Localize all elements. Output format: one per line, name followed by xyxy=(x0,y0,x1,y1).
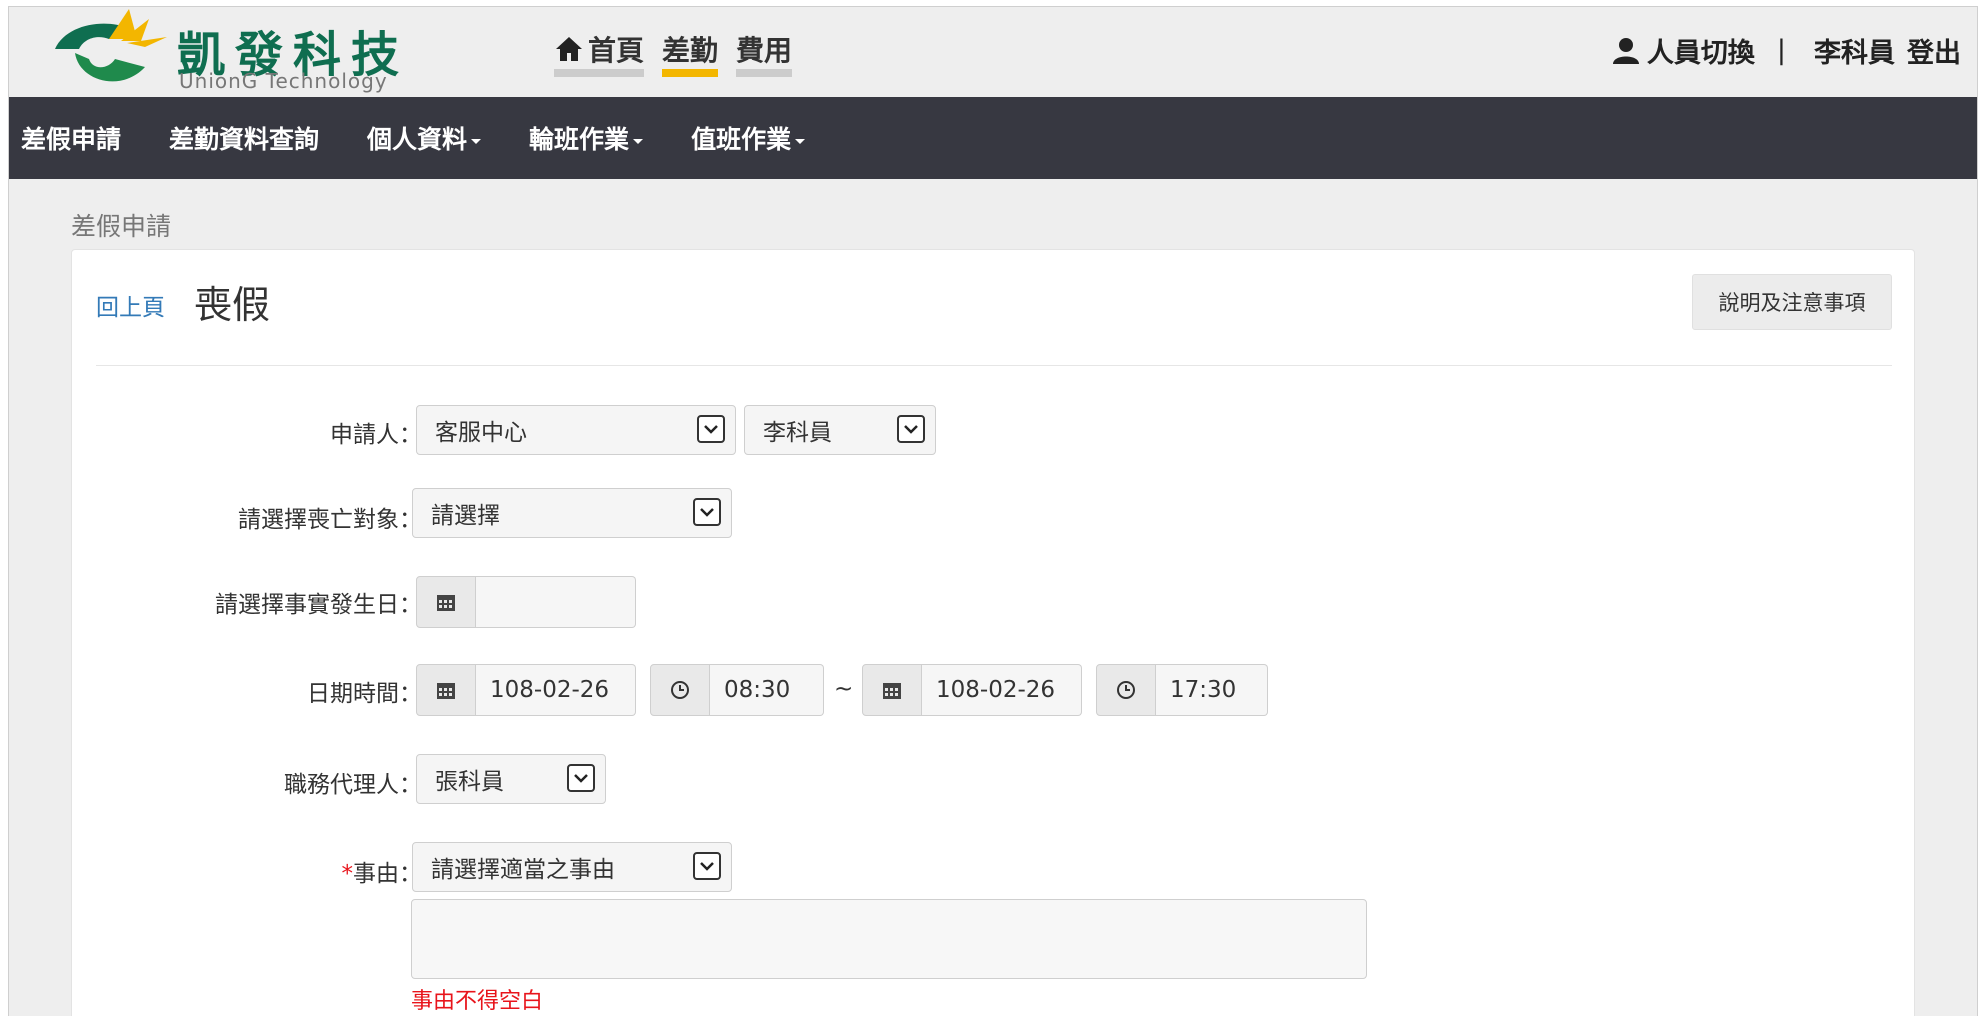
datetime-label: 日期時間： xyxy=(307,681,422,707)
event-date-label: 請選擇事實發生日： xyxy=(215,592,422,618)
chevron-down-icon xyxy=(567,764,595,792)
user-area: 人員切換 | 李科員 登出 xyxy=(1611,31,1961,70)
reason-value: 請選擇適當之事由 xyxy=(431,857,615,883)
nav-personal-data-label: 個人資料 xyxy=(367,125,468,154)
deceased-value: 請選擇 xyxy=(431,503,500,529)
logo-icon xyxy=(55,9,167,82)
deceased-label: 請選擇喪亡對象： xyxy=(238,507,422,533)
topnav-home[interactable]: 首頁 xyxy=(554,29,645,77)
page-title: 喪假 xyxy=(194,283,271,327)
end-date-input[interactable]: 108-02-26 xyxy=(922,664,1082,716)
agent-select[interactable]: 張科員 xyxy=(416,754,606,804)
clock-icon xyxy=(671,681,689,699)
end-date-calendar-button[interactable] xyxy=(862,664,922,716)
calendar-icon xyxy=(437,595,455,611)
reason-label: *事由： xyxy=(122,854,423,888)
nav-personal-data[interactable]: 個人資料 xyxy=(367,120,482,156)
required-mark: * xyxy=(341,861,354,887)
app-window: 凱發科技 UnionG Technology 首頁 差勤 費用 人員切換 | 李… xyxy=(8,6,1978,1016)
department-value: 客服中心 xyxy=(435,420,527,446)
user-separator: | xyxy=(1776,35,1786,66)
start-time-input[interactable]: 08:30 xyxy=(710,664,824,716)
start-date-input[interactable]: 108-02-26 xyxy=(476,664,636,716)
nav-attendance-query[interactable]: 差勤資料查詢 xyxy=(169,120,319,156)
event-date-input[interactable] xyxy=(476,576,636,628)
clock-icon xyxy=(1117,681,1135,699)
caret-down-icon xyxy=(633,138,644,144)
reason-select[interactable]: 請選擇適當之事由 xyxy=(412,842,732,892)
chevron-down-icon xyxy=(697,415,725,443)
main-nav: 差假申請 差勤資料查詢 個人資料 輪班作業 值班作業 xyxy=(9,97,1977,179)
header: 凱發科技 UnionG Technology 首頁 差勤 費用 人員切換 | 李… xyxy=(9,7,1977,97)
divider xyxy=(96,365,1892,366)
applicant-select[interactable]: 李科員 xyxy=(744,405,936,455)
end-time-button[interactable] xyxy=(1096,664,1156,716)
switch-user-link[interactable]: 人員切換 xyxy=(1647,31,1755,70)
agent-value: 張科員 xyxy=(435,769,504,795)
calendar-icon xyxy=(883,683,901,699)
department-select[interactable]: 客服中心 xyxy=(416,405,736,455)
range-separator: ~ xyxy=(834,676,854,702)
logout-link[interactable]: 登出 xyxy=(1907,31,1961,70)
caret-down-icon xyxy=(795,138,806,144)
calendar-icon xyxy=(437,683,455,699)
applicant-value: 李科員 xyxy=(763,420,832,446)
help-notes-button[interactable]: 說明及注意事項 xyxy=(1692,274,1892,330)
reason-textarea[interactable] xyxy=(411,899,1367,979)
agent-label: 職務代理人： xyxy=(284,772,422,798)
user-icon xyxy=(1612,37,1639,64)
caret-down-icon xyxy=(471,138,482,144)
topnav-home-label: 首頁 xyxy=(588,34,645,67)
brand-subtitle: UnionG Technology xyxy=(179,69,388,93)
chevron-down-icon xyxy=(693,498,721,526)
chevron-down-icon xyxy=(897,415,925,443)
company-logo[interactable]: 凱發科技 UnionG Technology xyxy=(49,9,399,95)
nav-duty-work-label: 值班作業 xyxy=(691,125,792,154)
topnav-attendance-label: 差勤 xyxy=(662,34,719,67)
reason-error-message: 事由不得空白 xyxy=(411,989,544,1014)
nav-shift-work-label: 輪班作業 xyxy=(529,125,630,154)
start-date-calendar-button[interactable] xyxy=(416,664,476,716)
topnav-expenses[interactable]: 費用 xyxy=(736,29,793,77)
breadcrumb: 差假申請 xyxy=(71,212,172,241)
deceased-select[interactable]: 請選擇 xyxy=(412,488,732,538)
topnav-expenses-label: 費用 xyxy=(736,34,793,67)
current-user-name: 李科員 xyxy=(1814,38,1895,69)
event-date-calendar-button[interactable] xyxy=(416,576,476,628)
chevron-down-icon xyxy=(693,852,721,880)
nav-leave-application[interactable]: 差假申請 xyxy=(21,120,121,156)
nav-shift-work[interactable]: 輪班作業 xyxy=(529,120,644,156)
home-icon xyxy=(556,37,582,61)
nav-duty-work[interactable]: 值班作業 xyxy=(691,120,806,156)
end-time-input[interactable]: 17:30 xyxy=(1156,664,1268,716)
topnav-attendance[interactable]: 差勤 xyxy=(662,29,719,77)
start-time-button[interactable] xyxy=(650,664,710,716)
applicant-label: 申請人： xyxy=(330,422,422,448)
top-nav: 首頁 差勤 費用 xyxy=(554,29,793,77)
back-link[interactable]: 回上頁 xyxy=(96,288,165,322)
